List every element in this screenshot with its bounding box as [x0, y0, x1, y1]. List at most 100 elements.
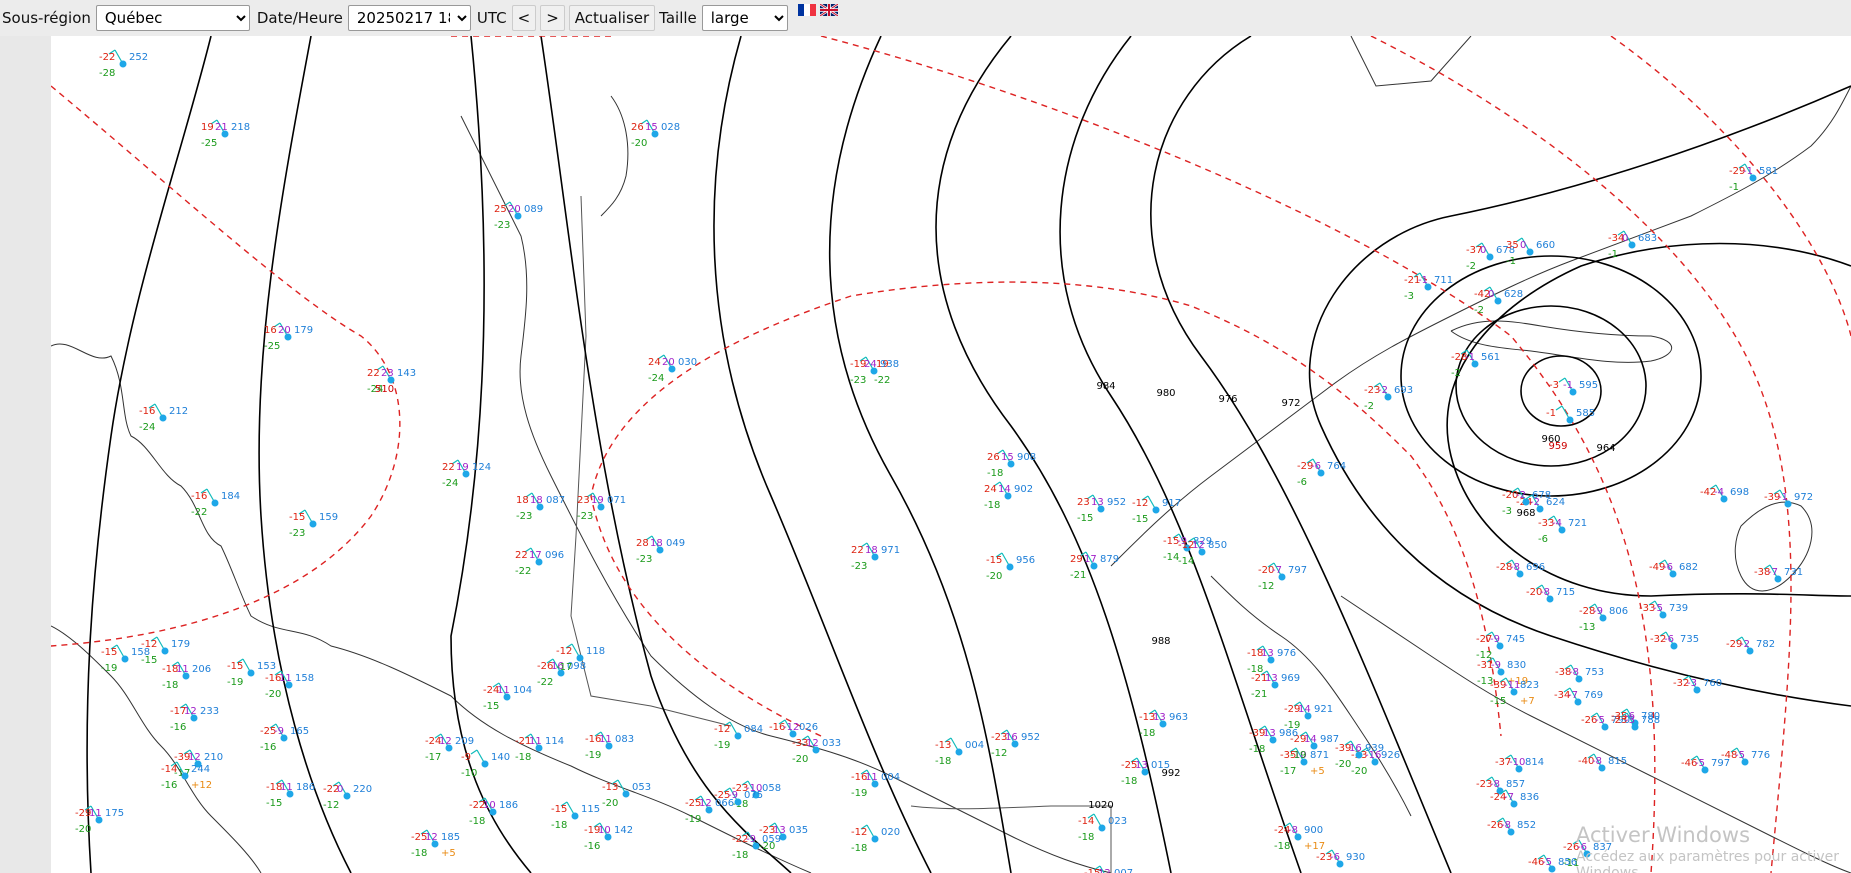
- station-plot[interactable]: -12 917 -15: [1132, 495, 1181, 525]
- station-plot[interactable]: 16 20 179 -25: [264, 322, 313, 352]
- station-plot[interactable]: 29 17 879 -21: [1070, 551, 1119, 581]
- station-plot[interactable]: -28-8 696: [1496, 559, 1545, 578]
- station-plot[interactable]: -24-7 836: [1490, 789, 1539, 808]
- station-plot[interactable]: -32-6 735: [1650, 631, 1699, 650]
- pressure-label: 595: [1579, 380, 1598, 391]
- station-plot[interactable]: -21-1 711-3: [1404, 272, 1453, 302]
- date-select[interactable]: 20250217 18h: [347, 5, 471, 31]
- station-plot[interactable]: 22 23 143-24510: [367, 365, 416, 395]
- pressure-label: 836: [1520, 792, 1539, 803]
- station-plot[interactable]: -12 020 -18: [851, 824, 900, 854]
- station-plot[interactable]: -3312 033-20: [792, 735, 841, 765]
- station-plot[interactable]: -33-4 721-6: [1538, 515, 1587, 545]
- station-plot[interactable]: -2111 114-18: [515, 733, 564, 763]
- station-plot[interactable]: 22 17 096 -22: [515, 547, 564, 577]
- station-plot[interactable]: 25 20 089 -23: [494, 201, 543, 231]
- station-plot[interactable]: -20-7 797-12: [1258, 562, 1307, 592]
- station-plot[interactable]: -46-5 856: [1528, 854, 1577, 873]
- station-plot[interactable]: -2316 952-12: [991, 729, 1040, 759]
- station-plot[interactable]: 22 18 971 -23: [851, 542, 900, 572]
- station-plot[interactable]: -2911 175-20: [75, 805, 124, 835]
- station-dot: [121, 655, 129, 663]
- station-plot[interactable]: -34-7 769: [1554, 687, 1603, 706]
- station-plot[interactable]: -15 956 -20: [986, 552, 1035, 582]
- station-plot[interactable]: -24-8 900-18 +17: [1274, 822, 1325, 852]
- station-plot[interactable]: -2914 921-19: [1284, 701, 1333, 731]
- station-plot[interactable]: -22 252 -28: [99, 49, 148, 79]
- temperature-label: 16: [1349, 743, 1362, 754]
- station-plot[interactable]: -38-7 731: [1754, 564, 1803, 583]
- station-plot[interactable]: -2113 969-21: [1251, 670, 1300, 700]
- station-plot[interactable]: -2210 186-18: [469, 797, 518, 827]
- refresh-button[interactable]: Actualiser: [568, 5, 656, 31]
- station-plot[interactable]: -27-9 745-12: [1476, 631, 1525, 661]
- station-plot[interactable]: -37-10 814: [1495, 754, 1544, 773]
- station-plot[interactable]: -9 140 -10: [461, 749, 510, 779]
- station-plot[interactable]: -26-8 852: [1487, 817, 1536, 836]
- thickness-line: [51, 85, 401, 647]
- station-plot[interactable]: 18 18 087-23: [516, 492, 565, 522]
- station-plot[interactable]: -29-2 782: [1726, 636, 1775, 655]
- station-plot[interactable]: -23-6 930: [1316, 849, 1365, 868]
- station-plot[interactable]: -15 159 -23: [289, 509, 338, 539]
- station-plot[interactable]: -1313 963-18: [1139, 709, 1188, 739]
- station-plot[interactable]: -33-5 739: [1639, 600, 1688, 619]
- region-select[interactable]: Québec: [95, 5, 250, 31]
- station-plot[interactable]: -14 023 -18: [1078, 813, 1127, 843]
- station-plot[interactable]: 23 13 952 -15: [1077, 494, 1126, 524]
- station-plot[interactable]: -1910 142-16: [584, 822, 633, 852]
- station-plot[interactable]: -28-1 561-2: [1451, 349, 1500, 379]
- weather-map[interactable]: 1020 988 984 980 976 972 968 964 960 992 959 -22 25…: [51, 36, 1851, 873]
- station-plot[interactable]: -42-4 698: [1700, 484, 1749, 503]
- temperature-label: 24: [648, 357, 661, 368]
- station-plot[interactable]: -13 053 -20: [602, 779, 651, 809]
- station-plot[interactable]: -2512 185-18 +5: [411, 829, 460, 859]
- station-plot[interactable]: -49-6 682: [1649, 559, 1698, 578]
- station-plot[interactable]: -2512 066-19: [685, 795, 734, 825]
- station-plot[interactable]: 22 19 124 -24: [442, 459, 491, 489]
- station-plot[interactable]: -16 212 -24: [139, 403, 188, 433]
- station-plot[interactable]: -340 683-1: [1608, 230, 1657, 260]
- station-plot[interactable]: -29-1 581-1: [1729, 163, 1778, 193]
- station-plot[interactable]: -1 585: [1546, 405, 1595, 424]
- station-plot[interactable]: -14 244 -16 +12: [161, 761, 212, 791]
- station-plot[interactable]: -16 184 -22: [191, 488, 240, 518]
- station-plot[interactable]: -3 -1 595: [1549, 377, 1598, 396]
- station-plot[interactable]: -1813 976-18: [1247, 645, 1296, 675]
- station-plot[interactable]: -1212 850-14: [1178, 537, 1227, 567]
- station-plot[interactable]: 26 15 028 -20: [631, 119, 680, 149]
- station-plot[interactable]: -38-8 753: [1555, 664, 1604, 683]
- station-plot[interactable]: -1611 158-20: [265, 670, 314, 700]
- station-plot[interactable]: -1611 083-19: [585, 731, 634, 761]
- next-button[interactable]: >: [540, 5, 565, 31]
- station-plot[interactable]: -29-6 764-6: [1297, 458, 1346, 488]
- station-plot[interactable]: -20-8 715: [1526, 584, 1575, 603]
- station-plot[interactable]: -1611 004-19: [851, 769, 900, 799]
- station-plot[interactable]: -12 084 -19: [714, 721, 763, 751]
- station-plot[interactable]: -1512007-19: [1084, 865, 1133, 873]
- station-plot[interactable]: -1712 233-16: [170, 703, 219, 733]
- flag-fr-icon[interactable]: [797, 4, 816, 16]
- station-dot: [576, 654, 584, 662]
- dewpoint-label: -23: [636, 554, 652, 565]
- flag-uk-icon[interactable]: [819, 4, 838, 16]
- station-plot[interactable]: -28-9 806-13: [1579, 603, 1628, 633]
- pressure-label: 711: [1434, 275, 1453, 286]
- station-plot[interactable]: -39-11 823-15 +7: [1490, 677, 1539, 707]
- station-plot[interactable]: 28 18 049 -23: [636, 535, 685, 565]
- station-plot[interactable]: -13 004 -18: [935, 737, 984, 767]
- size-select[interactable]: large: [701, 5, 788, 31]
- station-plot[interactable]: -1924 19938-23 -22: [850, 356, 899, 386]
- station-plot[interactable]: 24 14 902 -18: [984, 481, 1033, 511]
- pressure-label: 745: [1506, 634, 1525, 645]
- station-plot[interactable]: -1811 206-18: [162, 661, 211, 691]
- prev-button[interactable]: <: [511, 5, 537, 31]
- station-plot[interactable]: 26 15 908 -18: [987, 449, 1036, 479]
- station-plot[interactable]: -220 220-12: [323, 781, 372, 811]
- station-plot[interactable]: -2411 104-15: [483, 682, 532, 712]
- station-plot[interactable]: 23 19 071 -23: [577, 492, 626, 522]
- station-plot[interactable]: 19 21 218 -25: [201, 119, 250, 149]
- station-plot[interactable]: -40-8 815: [1578, 753, 1627, 772]
- station-plot[interactable]: -1811 186-15: [266, 779, 315, 809]
- station-plot[interactable]: -16-12 026: [769, 719, 818, 738]
